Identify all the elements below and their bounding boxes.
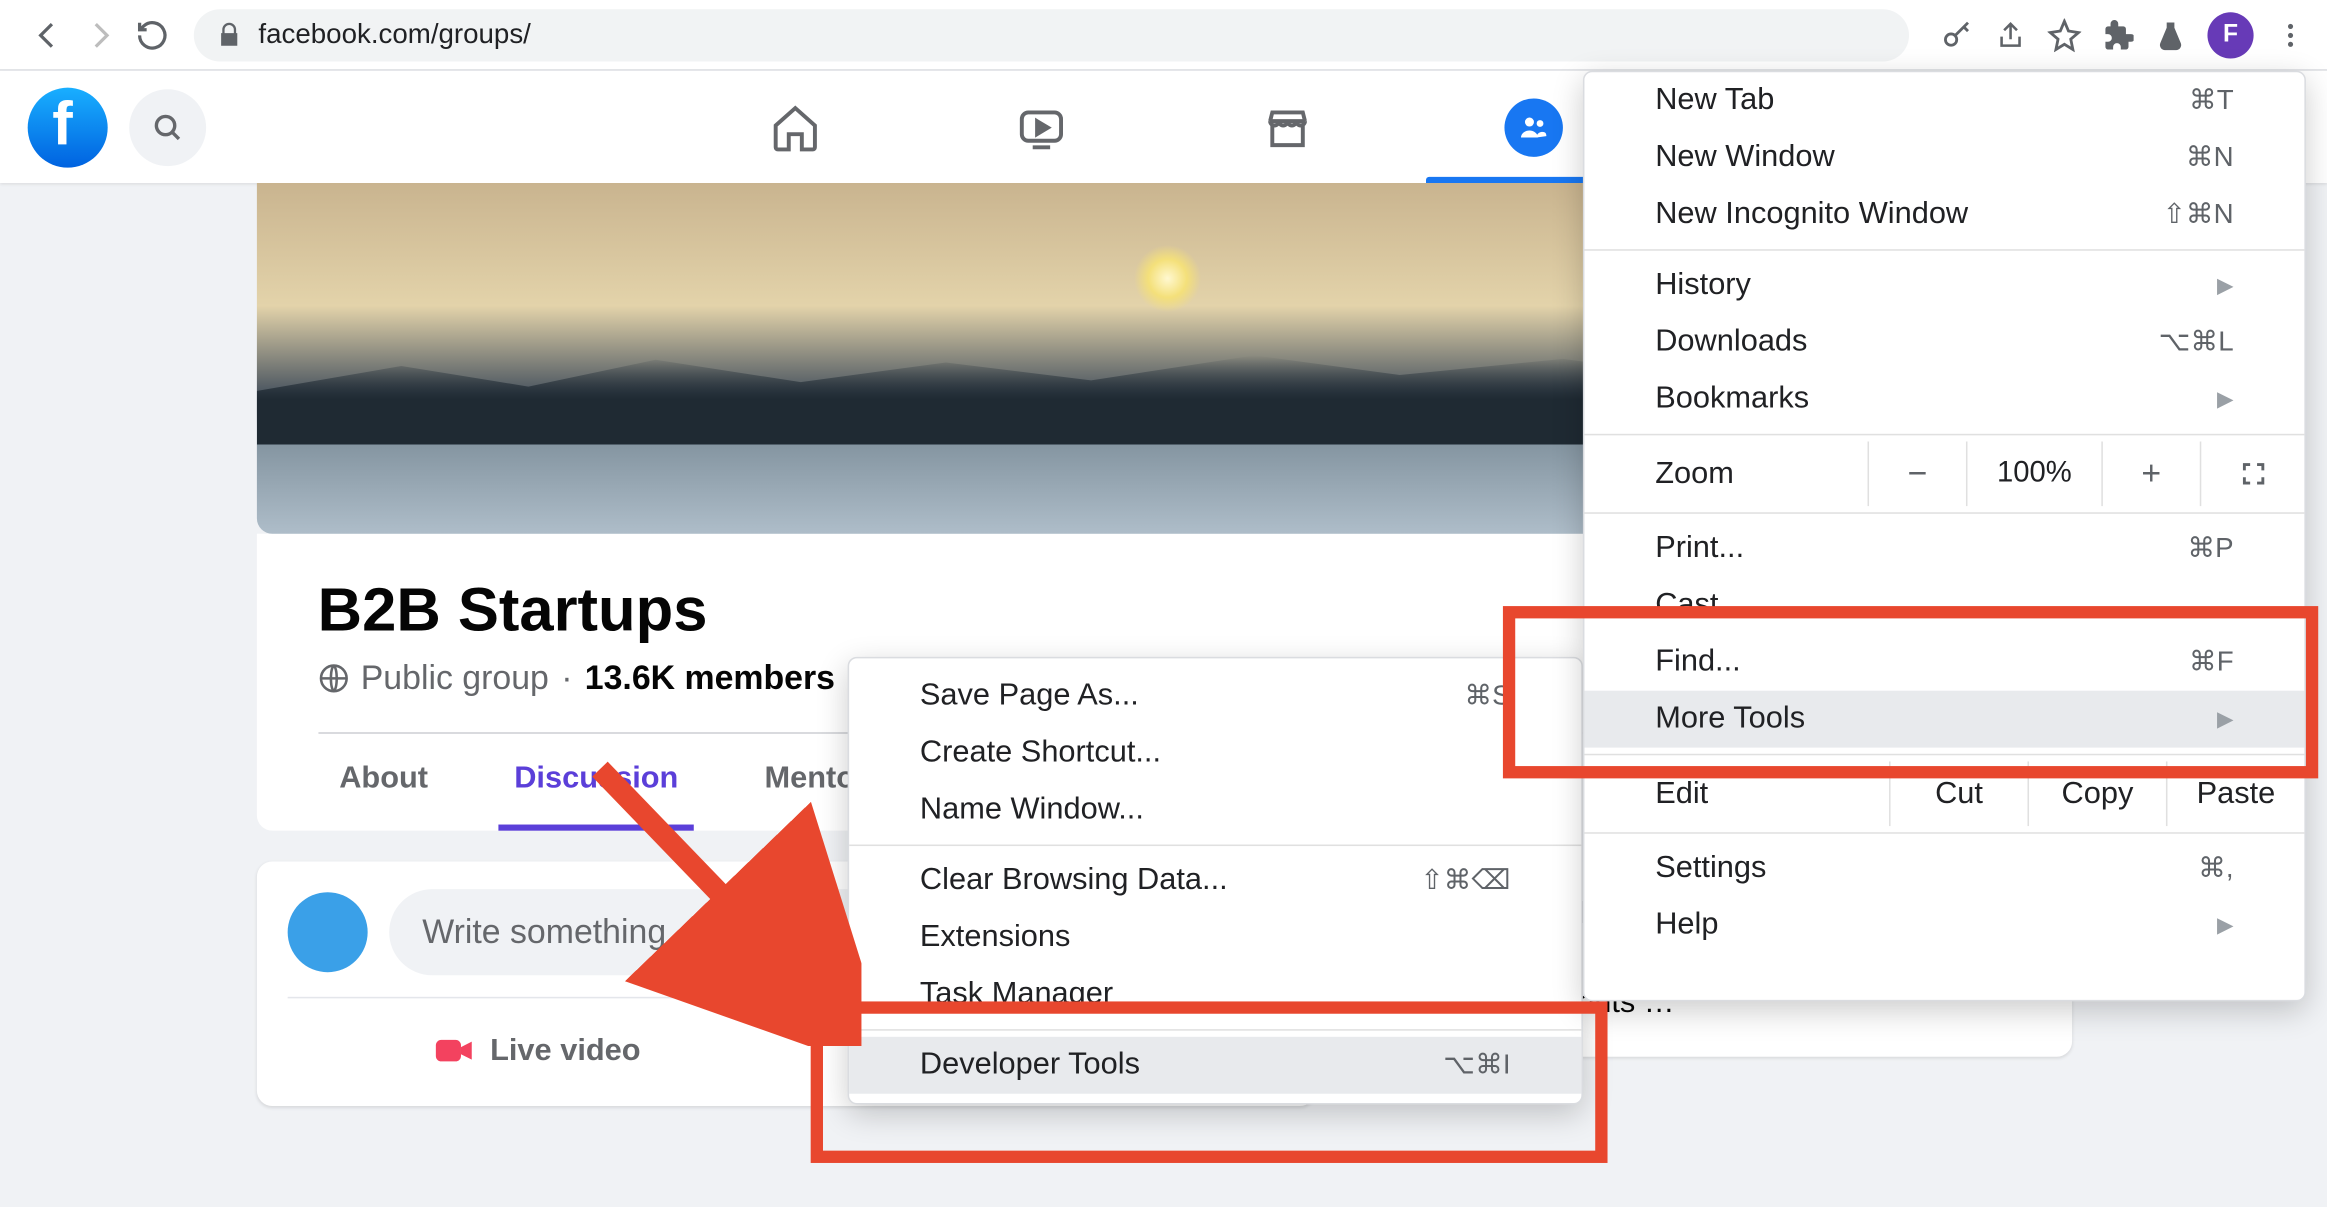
- chrome-main-menu: New Tab⌘T New Window⌘N New Incognito Win…: [1583, 71, 2306, 1002]
- edit-cut[interactable]: Cut: [1889, 761, 2027, 826]
- star-icon[interactable]: [2047, 18, 2081, 52]
- group-tab-discussion[interactable]: Discussion: [499, 734, 694, 831]
- back-button[interactable]: [22, 8, 74, 60]
- url-text: facebook.com/groups/: [258, 18, 530, 50]
- edit-copy[interactable]: Copy: [2027, 761, 2165, 826]
- video-icon: [432, 1029, 475, 1072]
- nav-watch[interactable]: [987, 101, 1095, 153]
- menu-new-incognito-window[interactable]: New Incognito Window⇧⌘N: [1584, 186, 2304, 243]
- fullscreen-button[interactable]: [2200, 441, 2305, 506]
- menu-edit: Edit Cut Copy Paste: [1584, 761, 2304, 826]
- zoom-in-button[interactable]: +: [2101, 441, 2199, 506]
- address-bar[interactable]: facebook.com/groups/: [194, 8, 1909, 60]
- menu-find[interactable]: Find...⌘F: [1584, 634, 2304, 691]
- menu-help[interactable]: Help▶: [1584, 897, 2304, 954]
- menu-downloads[interactable]: Downloads⌥⌘L: [1584, 314, 2304, 371]
- submenu-task-manager[interactable]: Task Manager: [849, 966, 1581, 1023]
- profile-avatar[interactable]: F: [2207, 12, 2253, 58]
- zoom-out-button[interactable]: −: [1867, 441, 1965, 506]
- menu-more-tools[interactable]: More Tools▶: [1584, 691, 2304, 748]
- nav-home[interactable]: [741, 101, 849, 153]
- group-tab-about[interactable]: About: [324, 734, 444, 831]
- nav-groups[interactable]: [1479, 98, 1587, 156]
- zoom-level: 100%: [1966, 441, 2101, 506]
- submenu-create-shortcut[interactable]: Create Shortcut...: [849, 725, 1581, 782]
- browser-toolbar: facebook.com/groups/ F: [0, 0, 2327, 71]
- chrome-menu-button[interactable]: [2275, 19, 2306, 50]
- menu-zoom: Zoom − 100% +: [1584, 441, 2304, 506]
- reload-button[interactable]: [126, 8, 178, 60]
- nav-marketplace[interactable]: [1233, 101, 1341, 153]
- facebook-logo[interactable]: [28, 87, 108, 167]
- menu-bookmarks[interactable]: Bookmarks▶: [1584, 371, 2304, 428]
- globe-icon: [318, 663, 349, 694]
- forward-button[interactable]: [74, 8, 126, 60]
- share-icon[interactable]: [1995, 19, 2026, 50]
- menu-settings[interactable]: Settings⌘,: [1584, 840, 2304, 897]
- key-icon[interactable]: [1940, 18, 1974, 52]
- more-tools-submenu: Save Page As...⌘S Create Shortcut... Nam…: [848, 657, 1583, 1105]
- menu-new-window[interactable]: New Window⌘N: [1584, 129, 2304, 186]
- edit-paste[interactable]: Paste: [2166, 761, 2304, 826]
- menu-history[interactable]: History▶: [1584, 257, 2304, 314]
- menu-new-tab[interactable]: New Tab⌘T: [1584, 72, 2304, 129]
- extensions-icon[interactable]: [2103, 19, 2134, 50]
- submenu-save-page-as[interactable]: Save Page As...⌘S: [849, 668, 1581, 725]
- submenu-extensions[interactable]: Extensions: [849, 909, 1581, 966]
- submenu-clear-browsing-data[interactable]: Clear Browsing Data...⇧⌘⌫: [849, 852, 1581, 909]
- lock-icon: [215, 21, 243, 49]
- labs-icon[interactable]: [2155, 19, 2186, 50]
- fb-search-button[interactable]: [129, 88, 206, 165]
- composer-avatar[interactable]: [287, 892, 367, 972]
- menu-cast[interactable]: Cast...: [1584, 577, 2304, 634]
- submenu-developer-tools[interactable]: Developer Tools⌥⌘I: [849, 1037, 1581, 1094]
- composer-live-video[interactable]: Live video: [287, 1014, 785, 1088]
- submenu-name-window[interactable]: Name Window...: [849, 781, 1581, 838]
- menu-print[interactable]: Print...⌘P: [1584, 520, 2304, 577]
